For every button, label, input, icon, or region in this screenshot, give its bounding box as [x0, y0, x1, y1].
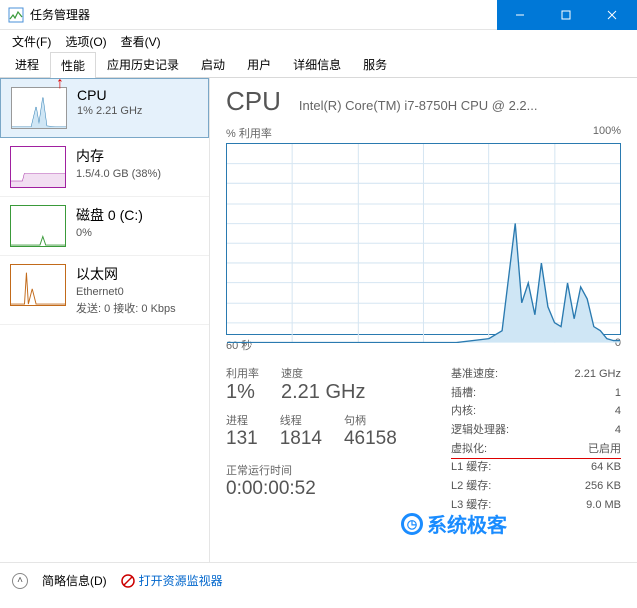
speed-value: 2.21 GHz	[281, 381, 365, 404]
close-button[interactable]	[589, 0, 635, 30]
thread-value: 1814	[280, 428, 322, 450]
window-controls	[497, 0, 637, 30]
watermark-text: 系统极客	[427, 509, 507, 538]
resmon-icon	[121, 574, 135, 588]
menubar: 文件(F) 选项(O) 查看(V)	[0, 30, 637, 52]
sidebar-cpu-sub: 1% 2.21 GHz	[77, 105, 142, 117]
sidebar-eth-sub2: 发送: 0 接收: 0 Kbps	[76, 300, 176, 316]
uptime-label: 正常运行时间	[226, 462, 431, 478]
sidebar-item-cpu[interactable]: CPU 1% 2.21 GHz	[0, 78, 209, 138]
sidebar-memory-label: 内存	[76, 146, 161, 166]
titlebar: 任务管理器	[0, 0, 637, 30]
uptime-value: 0:00:00:52	[226, 478, 431, 500]
collapse-icon[interactable]: ˄	[12, 573, 28, 589]
sidebar-memory-sub: 1.5/4.0 GB (38%)	[76, 168, 161, 180]
content: CPU 1% 2.21 GHz 内存 1.5/4.0 GB (38%) 磁盘 0…	[0, 78, 637, 562]
brief-info-link[interactable]: 简略信息(D)	[42, 572, 107, 589]
window-title: 任务管理器	[30, 6, 497, 23]
sidebar-item-disk[interactable]: 磁盘 0 (C:) 0%	[0, 197, 209, 256]
sidebar: CPU 1% 2.21 GHz 内存 1.5/4.0 GB (38%) 磁盘 0…	[0, 78, 210, 562]
main-title: CPU	[226, 86, 281, 117]
tab-startup[interactable]: 启动	[190, 51, 236, 77]
sockets-label: 插槽:	[451, 384, 476, 403]
cores-label: 内核:	[451, 402, 476, 421]
sockets-value: 1	[615, 384, 621, 403]
virt-label: 虚拟化:	[451, 440, 487, 459]
sidebar-disk-label: 磁盘 0 (C:)	[76, 205, 143, 225]
menu-options[interactable]: 选项(O)	[59, 31, 112, 52]
chart-ylabel: % 利用率	[226, 125, 272, 141]
sidebar-item-ethernet[interactable]: 以太网 Ethernet0 发送: 0 接收: 0 Kbps	[0, 256, 209, 325]
maximize-button[interactable]	[543, 0, 589, 30]
cpu-chart[interactable]	[226, 143, 621, 335]
resource-monitor-link[interactable]: 打开资源监视器	[121, 572, 223, 589]
ethernet-thumb	[10, 264, 66, 306]
l1-value: 64 KB	[591, 458, 621, 477]
tab-app-history[interactable]: 应用历史记录	[96, 51, 190, 77]
tab-bar: 进程 性能 应用历史记录 启动 用户 详细信息 服务	[0, 52, 637, 78]
base-label: 基准速度:	[451, 365, 498, 384]
chart-ymax: 100%	[593, 125, 621, 141]
bottombar: ˄ 简略信息(D) 打开资源监视器	[0, 562, 637, 598]
app-icon	[8, 7, 24, 23]
memory-thumb	[10, 146, 66, 188]
tab-processes[interactable]: 进程	[4, 51, 50, 77]
cpu-thumb	[11, 87, 67, 129]
main-panel: CPU Intel(R) Core(TM) i7-8750H CPU @ 2.2…	[210, 78, 637, 562]
watermark: ◷ 系统极客	[401, 509, 507, 538]
lproc-value: 4	[615, 421, 621, 440]
watermark-icon: ◷	[401, 513, 423, 535]
thread-label: 线程	[280, 412, 322, 428]
sidebar-cpu-label: CPU	[77, 87, 142, 103]
disk-thumb	[10, 205, 66, 247]
sidebar-eth-sub1: Ethernet0	[76, 286, 176, 298]
proc-label: 进程	[226, 412, 258, 428]
l1-label: L1 缓存:	[451, 458, 491, 477]
speed-label: 速度	[281, 365, 365, 381]
handle-label: 句柄	[344, 412, 397, 428]
minimize-button[interactable]	[497, 0, 543, 30]
sidebar-disk-sub: 0%	[76, 227, 143, 239]
l3-value: 9.0 MB	[586, 496, 621, 515]
base-value: 2.21 GHz	[575, 365, 621, 384]
handle-value: 46158	[344, 428, 397, 450]
l2-label: L2 缓存:	[451, 477, 491, 496]
main-subtitle: Intel(R) Core(TM) i7-8750H CPU @ 2.2...	[299, 98, 538, 113]
sidebar-item-memory[interactable]: 内存 1.5/4.0 GB (38%)	[0, 138, 209, 197]
annotation-arrow-icon: ↑	[56, 75, 64, 93]
lproc-label: 逻辑处理器:	[451, 421, 509, 440]
proc-value: 131	[226, 428, 258, 450]
tab-services[interactable]: 服务	[352, 51, 398, 77]
cores-value: 4	[615, 402, 621, 421]
util-label: 利用率	[226, 365, 259, 381]
sidebar-eth-label: 以太网	[76, 264, 176, 284]
virt-value: 已启用	[588, 440, 621, 459]
util-value: 1%	[226, 381, 259, 404]
menu-view[interactable]: 查看(V)	[115, 31, 167, 52]
tab-users[interactable]: 用户	[236, 51, 282, 77]
cpu-details: 基准速度:2.21 GHz 插槽:1 内核:4 逻辑处理器:4 虚拟化:已启用 …	[451, 365, 621, 515]
l2-value: 256 KB	[585, 477, 621, 496]
tab-details[interactable]: 详细信息	[282, 51, 352, 77]
menu-file[interactable]: 文件(F)	[6, 31, 57, 52]
